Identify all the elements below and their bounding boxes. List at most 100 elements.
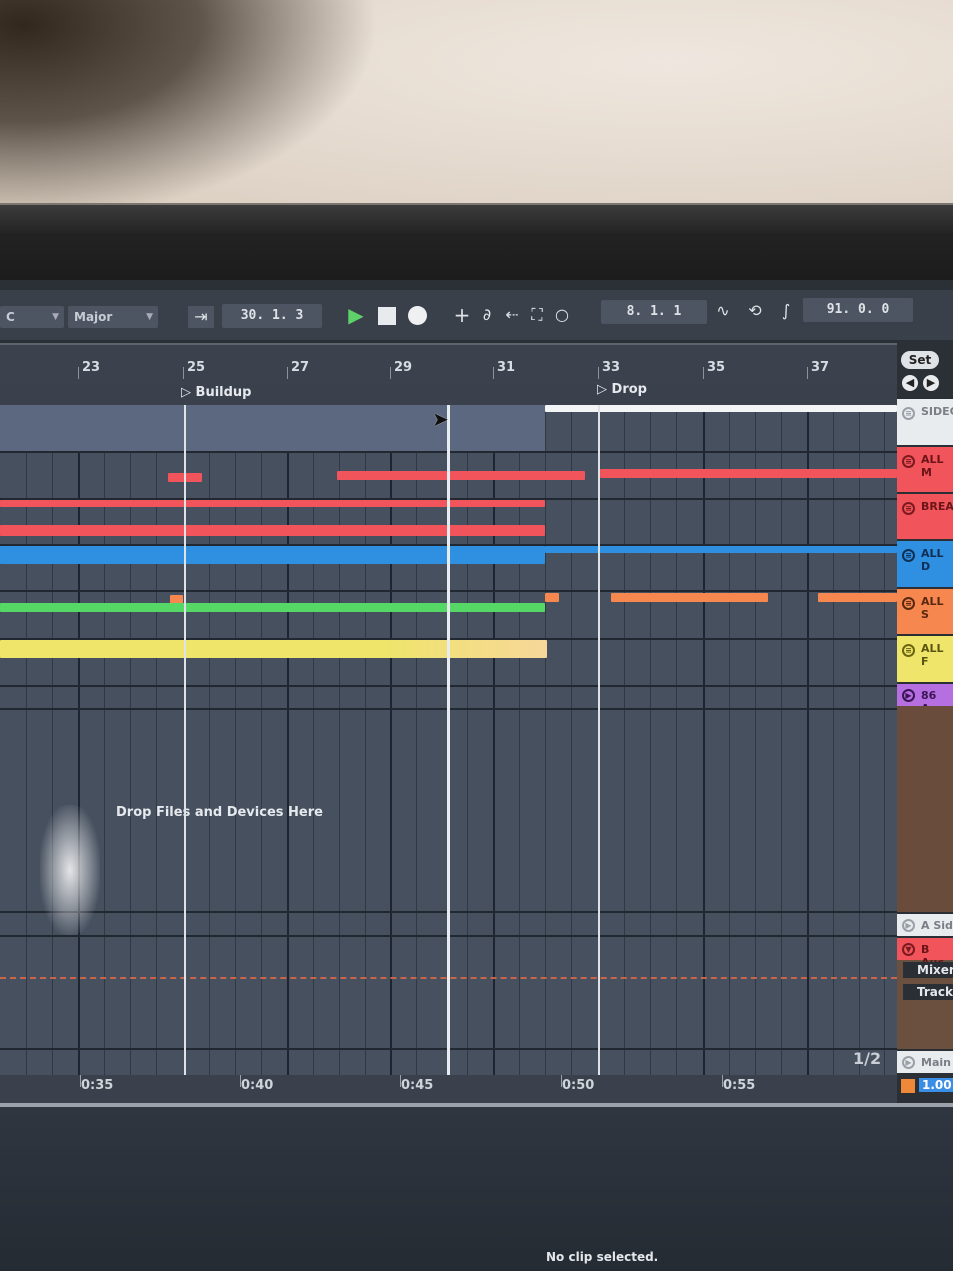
midi-clip[interactable] xyxy=(600,469,897,478)
grid-line xyxy=(545,405,546,1075)
locator-drop[interactable]: ▷ Drop xyxy=(597,382,647,397)
time-label: 0:35 xyxy=(81,1078,114,1093)
transport-toolbar: C ▼ Major ▼ ⇥ 30. 1. 3 ▶ + ∂ ⇠ ⛶ ○ 8. 1.… xyxy=(0,290,953,340)
loop-start[interactable]: 8. 1. 1 xyxy=(601,300,707,324)
midi-clip[interactable] xyxy=(337,471,585,480)
track-toggle[interactable]: Track xyxy=(903,984,953,1000)
arrangement-position[interactable]: 30. 1. 3 xyxy=(222,304,322,328)
set-locator-button[interactable]: Set xyxy=(901,351,939,369)
beat-time-ruler[interactable]: 23 25 27 29 31 33 35 37 xyxy=(0,343,897,387)
punch-in-icon[interactable]: ∿ xyxy=(712,300,734,322)
bar-number: 27 xyxy=(291,360,310,375)
shadow xyxy=(0,0,380,220)
sidechain-clip[interactable] xyxy=(0,405,545,451)
track-fold-icon[interactable]: ≡ xyxy=(902,597,915,610)
track-fold-icon[interactable]: ▼ xyxy=(902,943,915,956)
track-name: Main xyxy=(921,1056,951,1069)
main-volume[interactable]: 1.00 xyxy=(919,1078,953,1092)
fx-clip[interactable] xyxy=(0,640,547,658)
buildup-locator-line xyxy=(184,405,186,1075)
track-play-icon[interactable]: ▶ xyxy=(902,1056,915,1069)
grid-line xyxy=(884,405,885,1075)
time-ruler[interactable]: 0:35 0:40 0:45 0:50 0:55 xyxy=(0,1075,897,1105)
synth-clip[interactable] xyxy=(818,593,897,602)
play-icon[interactable]: ▶ xyxy=(345,304,367,326)
punch-out-icon[interactable]: ∫ xyxy=(775,300,797,322)
locator-buildup[interactable]: ▷ Buildup xyxy=(181,385,251,400)
track-header-break[interactable]: ≡ BREA xyxy=(897,492,953,539)
track-play-icon[interactable]: ▶ xyxy=(902,689,915,702)
track-fold-icon[interactable]: ≡ xyxy=(902,455,915,468)
main-track-header[interactable]: ▶ Main xyxy=(897,1049,953,1073)
grid-line xyxy=(781,405,782,1075)
track-header-all-s[interactable]: ≡ ALL S xyxy=(897,587,953,634)
playhead[interactable] xyxy=(447,405,450,1075)
synth-clip[interactable] xyxy=(545,593,559,602)
locator-lane: ▷ Buildup ▷ Drop xyxy=(0,382,897,405)
bar-tick xyxy=(183,367,184,379)
page-indicator: 1/2 xyxy=(853,1049,882,1068)
track-play-icon[interactable]: ▶ xyxy=(902,919,915,932)
add-icon[interactable]: + xyxy=(451,304,473,326)
track-name: SIDEC xyxy=(921,405,953,418)
loop-length[interactable]: 91. 0. 0 xyxy=(803,298,913,322)
drop-locator-line xyxy=(598,405,600,1075)
link-icon[interactable]: ∂ xyxy=(476,304,498,326)
time-label: 0:50 xyxy=(562,1078,595,1093)
follow-icon[interactable]: ⇥ xyxy=(188,306,214,328)
synth-clip[interactable] xyxy=(611,593,768,602)
time-label: 0:55 xyxy=(723,1078,756,1093)
break-clip[interactable] xyxy=(0,525,545,536)
track-header-sidechain[interactable]: ≡ SIDEC xyxy=(897,397,953,445)
next-locator-icon[interactable]: ▶ xyxy=(923,375,939,391)
track-fold-icon[interactable]: ≡ xyxy=(902,644,915,657)
stop-icon[interactable] xyxy=(378,307,396,325)
track-fold-icon[interactable]: ≡ xyxy=(902,549,915,562)
session-record-icon[interactable]: ○ xyxy=(551,304,573,326)
grid-line xyxy=(833,405,834,1075)
mixer-toggle[interactable]: Mixer xyxy=(903,962,953,978)
track-header-all-m[interactable]: ≡ ALL M xyxy=(897,445,953,492)
track-name: BREA xyxy=(921,500,953,513)
track-name: ALL S xyxy=(921,595,944,621)
loop-icon[interactable]: ⟲ xyxy=(744,300,766,322)
track-name: ALL F xyxy=(921,642,944,668)
drum-clip[interactable] xyxy=(0,546,545,564)
track-fold-icon[interactable]: ≡ xyxy=(902,407,915,420)
capture-icon[interactable]: ⛶ xyxy=(526,304,548,326)
track-name: ALL D xyxy=(921,547,944,573)
key-value: C xyxy=(6,310,15,324)
return-track-a[interactable]: ▶ A Sid xyxy=(897,912,953,936)
drop-files-hint: Drop Files and Devices Here xyxy=(116,805,323,820)
locator-label: Drop xyxy=(611,382,647,397)
scale-select[interactable]: Major ▼ xyxy=(68,306,158,328)
status-message: No clip selected. xyxy=(546,1250,659,1264)
arrangement-view[interactable]: Drop Files and Devices Here ➤ xyxy=(0,405,897,1075)
grid-line xyxy=(676,405,677,1075)
track-header-86[interactable]: ▶ 86 Au xyxy=(897,682,953,715)
track-name: A Sid xyxy=(921,919,953,932)
bar-number: 35 xyxy=(707,360,726,375)
time-label: 0:45 xyxy=(401,1078,434,1093)
return-track-b[interactable]: ▼ B Auc xyxy=(897,936,953,969)
detail-view xyxy=(0,1107,953,1271)
bar-tick xyxy=(807,367,808,379)
track-header-all-f[interactable]: ≡ ALL F xyxy=(897,634,953,682)
grid-line xyxy=(571,405,572,1075)
bar-number: 37 xyxy=(811,360,830,375)
record-icon[interactable] xyxy=(408,306,427,325)
monitor-bezel xyxy=(0,205,953,280)
chevron-down-icon: ▼ xyxy=(52,312,59,322)
track-header-all-d[interactable]: ≡ ALL D xyxy=(897,539,953,587)
locator-label: Buildup xyxy=(195,385,252,400)
grid-line xyxy=(650,405,651,1075)
track-fold-icon[interactable]: ≡ xyxy=(902,502,915,515)
back-to-arrangement-icon[interactable]: ⇠ xyxy=(501,304,523,326)
key-select[interactable]: C ▼ xyxy=(0,306,64,328)
bar-tick xyxy=(78,367,79,379)
synth-clip[interactable] xyxy=(0,603,545,612)
meter-icon xyxy=(901,1079,915,1093)
break-clip[interactable] xyxy=(0,500,545,507)
previous-locator-icon[interactable]: ◀ xyxy=(902,375,918,391)
bar-number: 23 xyxy=(82,360,101,375)
